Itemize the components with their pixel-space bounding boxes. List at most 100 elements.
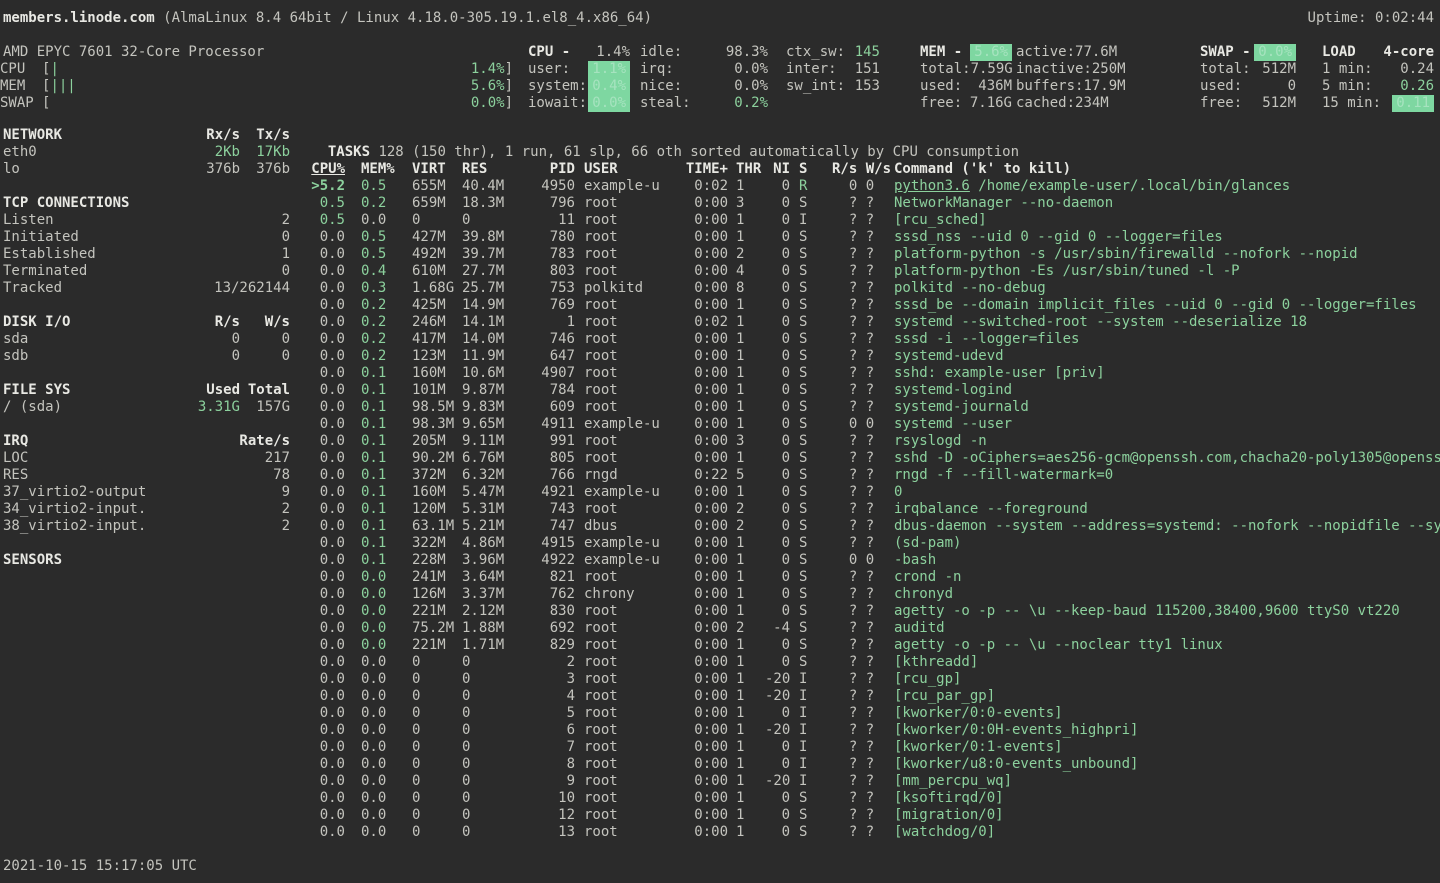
column-time[interactable]: TIME+: [678, 161, 728, 178]
process-row[interactable]: 0.0 0.0 241M 3.64M 821 root 0:00 1 0 S ?…: [311, 569, 1440, 586]
process-mem: 0.1: [361, 518, 412, 535]
process-cpu: 0.0: [311, 416, 345, 433]
process-row[interactable]: 0.5 0.2 659M 18.3M 796 root 0:00 3 0 S ?…: [311, 195, 1440, 212]
process-threads: 1: [736, 450, 756, 467]
process-state: I: [799, 722, 811, 739]
process-pid: 821: [512, 569, 575, 586]
process-command: sshd -D -oCiphers=aes256-gcm@openssh.com…: [894, 450, 1440, 467]
stat-line: user:1.1%: [528, 61, 630, 78]
column-io[interactable]: R/s W/s: [832, 161, 891, 178]
column-pid[interactable]: PID: [512, 161, 575, 178]
process-row[interactable]: 0.0 0.5 427M 39.8M 780 root 0:00 1 0 S ?…: [311, 229, 1440, 246]
column-res[interactable]: RES: [462, 161, 512, 178]
process-virt: 241M: [412, 569, 462, 586]
process-row[interactable]: 0.0 0.1 101M 9.87M 784 root 0:00 1 0 S ?…: [311, 382, 1440, 399]
process-row[interactable]: 0.0 0.0 0 0 13 root 0:00 1 0 S ? ? [watc…: [311, 824, 1440, 841]
process-row[interactable]: 0.0 0.0 0 0 10 root 0:00 1 0 S ? ? [ksof…: [311, 790, 1440, 807]
process-row[interactable]: 0.5 0.0 0 0 11 root 0:00 1 0 I ? ? [rcu_…: [311, 212, 1440, 229]
column-mem[interactable]: MEM%: [361, 161, 412, 178]
process-row[interactable]: 0.0 0.0 221M 2.12M 830 root 0:00 1 0 S ?…: [311, 603, 1440, 620]
process-row[interactable]: 0.0 0.0 126M 3.37M 762 chrony 0:00 1 0 S…: [311, 586, 1440, 603]
process-command-args: [rcu_par_gp]: [894, 688, 995, 704]
disk-write: 0: [240, 331, 290, 348]
process-row[interactable]: 0.0 0.0 0 0 9 root 0:00 1 -20 I ? ? [mm_…: [311, 773, 1440, 790]
process-row[interactable]: 0.0 0.0 75.2M 1.88M 692 root 0:00 2 -4 S…: [311, 620, 1440, 637]
stat-label: SWAP -: [1200, 44, 1251, 61]
process-row[interactable]: 0.0 0.5 492M 39.7M 783 root 0:00 2 0 S ?…: [311, 246, 1440, 263]
process-command-args: platform-python -Es /usr/sbin/tuned -l -…: [894, 263, 1240, 279]
process-threads: 1: [736, 331, 756, 348]
network-section: NETWORK Rx/s Tx/s eth0 2Kb 17Kb lo 376b …: [3, 127, 290, 178]
process-row[interactable]: 0.0 0.0 0 0 4 root 0:00 1 -20 I ? ? [rcu…: [311, 688, 1440, 705]
process-nice: 0: [765, 348, 790, 365]
process-row[interactable]: 0.0 0.1 120M 5.31M 743 root 0:00 2 0 S ?…: [311, 501, 1440, 518]
column-user[interactable]: USER: [584, 161, 669, 178]
process-pid: 609: [512, 399, 575, 416]
process-row[interactable]: 0.0 0.2 246M 14.1M 1 root 0:02 1 0 S ? ?…: [311, 314, 1440, 331]
process-row[interactable]: 0.0 0.0 0 0 5 root 0:00 1 0 I ? ? [kwork…: [311, 705, 1440, 722]
process-row[interactable]: 0.0 0.1 90.2M 6.76M 805 root 0:00 1 0 S …: [311, 450, 1440, 467]
process-state: S: [799, 484, 811, 501]
process-row[interactable]: 0.0 0.1 98.3M 9.65M 4911 example-u 0:00 …: [311, 416, 1440, 433]
process-io: 0 0: [832, 552, 891, 569]
process-cpu: 0.0: [311, 603, 345, 620]
process-state: S: [799, 229, 811, 246]
disk-read: 0: [180, 348, 240, 365]
process-row[interactable]: 0.0 0.1 205M 9.11M 991 root 0:00 3 0 S ?…: [311, 433, 1440, 450]
stat-line: free:7.16G: [920, 95, 1012, 112]
process-mem: 0.0: [361, 212, 412, 229]
stat-value: 1.1%: [588, 61, 630, 78]
process-row[interactable]: 0.0 0.0 0 0 6 root 0:00 1 -20 I ? ? [kwo…: [311, 722, 1440, 739]
process-user: root: [584, 722, 669, 739]
process-row[interactable]: 0.0 0.1 63.1M 5.21M 747 dbus 0:00 2 0 S …: [311, 518, 1440, 535]
process-res: 5.31M: [462, 501, 512, 518]
process-row[interactable]: 0.0 0.4 610M 27.7M 803 root 0:00 4 0 S ?…: [311, 263, 1440, 280]
process-row[interactable]: 0.0 0.0 0 0 8 root 0:00 1 0 I ? ? [kwork…: [311, 756, 1440, 773]
process-res: 0: [462, 654, 512, 671]
process-time: 0:00: [678, 773, 728, 790]
process-row[interactable]: 0.0 0.0 0 0 12 root 0:00 1 0 S ? ? [migr…: [311, 807, 1440, 824]
process-time: 0:00: [678, 297, 728, 314]
process-state: S: [799, 280, 811, 297]
process-row[interactable]: 0.0 0.0 0 0 2 root 0:00 1 0 S ? ? [kthre…: [311, 654, 1440, 671]
load-stats: LOAD4-core1 min:0.245 min:0.2615 min:0.1…: [1322, 44, 1434, 112]
process-row[interactable]: 0.0 0.2 417M 14.0M 746 root 0:00 1 0 S ?…: [311, 331, 1440, 348]
process-res: 3.96M: [462, 552, 512, 569]
process-cpu: 0.0: [311, 280, 345, 297]
tasks-counts: 128 (150 thr), 1 run, 61 slp, 66 oth sor…: [370, 144, 1019, 160]
process-command-args: /home/example-user/.local/bin/glances: [970, 178, 1290, 194]
process-time: 0:00: [678, 416, 728, 433]
process-row[interactable]: 0.0 0.1 228M 3.96M 4922 example-u 0:00 1…: [311, 552, 1440, 569]
process-pid: 4922: [512, 552, 575, 569]
process-row[interactable]: 0.0 0.1 372M 6.32M 766 rngd 0:22 5 0 S ?…: [311, 467, 1440, 484]
process-time: 0:00: [678, 569, 728, 586]
process-command-args: [migration/0]: [894, 807, 1004, 823]
cpu-stats-col3: ctx_sw:145inter:151sw_int:153: [786, 44, 880, 95]
process-cpu: 0.5: [311, 195, 345, 212]
process-row[interactable]: 0.0 0.0 221M 1.71M 829 root 0:00 1 0 S ?…: [311, 637, 1440, 654]
filesystem-col-total: Total: [240, 382, 290, 399]
process-row[interactable]: 0.0 0.2 123M 11.9M 647 root 0:00 1 0 S ?…: [311, 348, 1440, 365]
column-cpu-sort[interactable]: CPU%: [311, 161, 345, 178]
process-row[interactable]: 0.0 0.1 322M 4.86M 4915 example-u 0:00 1…: [311, 535, 1440, 552]
process-row[interactable]: >5.2 0.5 655M 40.4M 4950 example-u 0:02 …: [311, 178, 1440, 195]
process-cpu: 0.0: [311, 790, 345, 807]
process-threads: 1: [736, 671, 756, 688]
process-row[interactable]: 0.0 0.1 160M 5.47M 4921 example-u 0:00 1…: [311, 484, 1440, 501]
process-nice: 0: [765, 450, 790, 467]
process-mem: 0.1: [361, 433, 412, 450]
process-row[interactable]: 0.0 0.0 0 0 3 root 0:00 1 -20 I ? ? [rcu…: [311, 671, 1440, 688]
process-io: ? ?: [832, 535, 891, 552]
process-io: ? ?: [832, 229, 891, 246]
process-row[interactable]: 0.0 0.2 425M 14.9M 769 root 0:00 1 0 S ?…: [311, 297, 1440, 314]
process-command: [mm_percpu_wq]: [894, 773, 1440, 790]
process-row[interactable]: 0.0 0.1 160M 10.6M 4907 root 0:00 1 0 S …: [311, 365, 1440, 382]
process-pid: 991: [512, 433, 575, 450]
column-virt[interactable]: VIRT: [412, 161, 462, 178]
process-row[interactable]: 0.0 0.3 1.68G 25.7M 753 polkitd 0:00 8 0…: [311, 280, 1440, 297]
stat-line: free:512M: [1200, 95, 1296, 112]
column-command[interactable]: Command ('k' to kill): [894, 161, 1440, 178]
process-row[interactable]: 0.0 0.1 98.5M 9.83M 609 root 0:00 1 0 S …: [311, 399, 1440, 416]
process-pid: 12: [512, 807, 575, 824]
process-row[interactable]: 0.0 0.0 0 0 7 root 0:00 1 0 I ? ? [kwork…: [311, 739, 1440, 756]
